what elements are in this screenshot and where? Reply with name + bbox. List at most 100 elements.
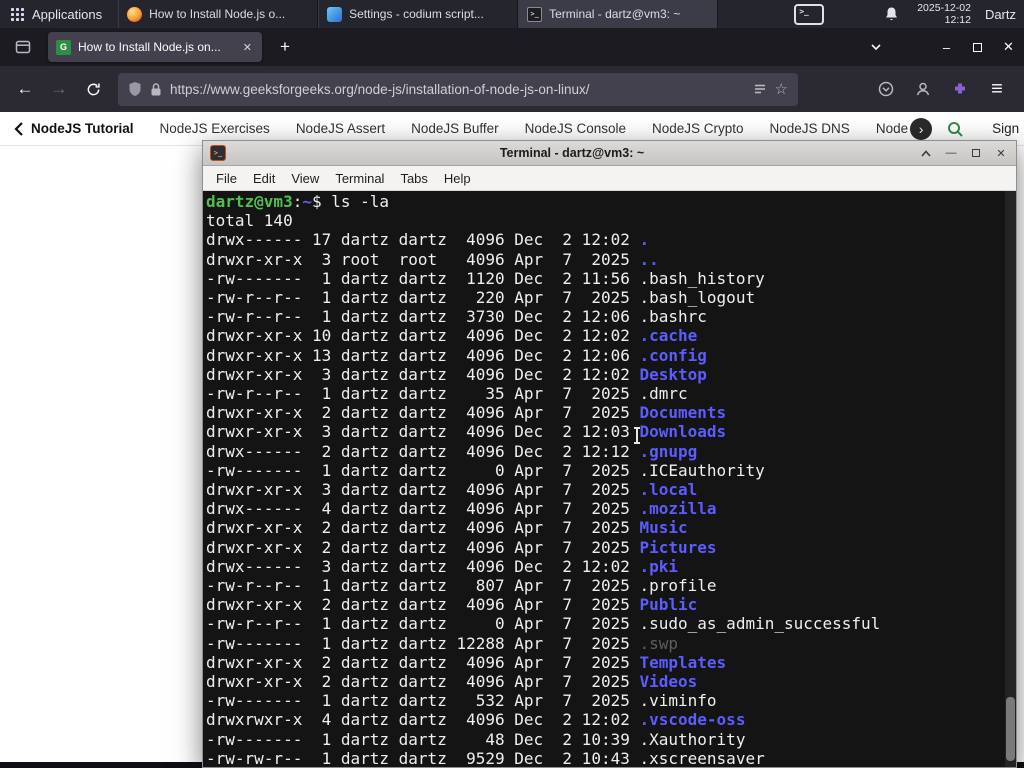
site-nav-item[interactable]: NodeJS Buffer [411,121,499,136]
pocket-icon[interactable] [869,72,903,106]
site-nav-item[interactable]: NodeJS DNS [770,121,850,136]
notification-bell-icon[interactable] [884,6,899,22]
terminal-line: drwxr-xr-x 3 dartz dartz 4096 Dec 2 12:0… [206,364,707,384]
file-name: Templates [639,652,727,672]
terminal-line: drwx------ 17 dartz dartz 4096 Dec 2 12:… [206,230,650,250]
maximize-button[interactable] [962,28,993,66]
site-nav-item[interactable]: NodeJS Crypto [652,121,744,136]
file-name: .pki [639,556,679,576]
sign-in-button[interactable]: Sign In [992,121,1024,136]
firefox-tab-bar: G How to Install Node.js on... ✕ + – ✕ [0,28,1024,66]
terminal-line: -rw-r--r-- 1 dartz dartz 3730 Dec 2 12:0… [206,307,707,327]
clock-time: 12:12 [944,14,971,26]
prompt-command: ls -la [331,192,390,211]
forward-button[interactable]: → [42,72,76,106]
toolbar-right-icons: ≡ [869,72,1014,106]
url-bar[interactable]: https://www.geeksforgeeks.org/node-js/in… [118,72,798,106]
terminal-line: drwxr-xr-x 2 dartz dartz 4096 Apr 7 2025… [206,672,698,692]
account-icon[interactable] [906,72,940,106]
file-name: .local [639,480,698,500]
terminal-line: -rw-r--r-- 1 dartz dartz 35 Apr 7 2025 .… [206,384,688,404]
search-icon [948,121,963,137]
site-nav-item[interactable]: Node [876,121,908,136]
tab-title: How to Install Node.js on... [78,40,221,54]
terminal-minimize-button[interactable]: — [943,145,959,162]
file-name: .vscode-oss [639,710,746,730]
terminal-titlebar[interactable]: >_ Terminal - dartz@vm3: ~ — ✕ [203,141,1016,166]
maximize-icon [973,42,982,52]
close-button[interactable]: ✕ [993,28,1024,66]
applications-menu-button[interactable]: Applications [0,0,114,28]
file-name: Music [639,518,688,538]
menu-help[interactable]: Help [436,171,479,186]
menu-view[interactable]: View [283,171,327,186]
file-name: Videos [639,672,698,692]
menu-terminal[interactable]: Terminal [327,171,392,186]
extension-icon[interactable] [943,72,977,106]
terminal-prompt-line: dartz@vm3:~$ ls -la [206,192,1014,211]
site-nav-back[interactable]: NodeJS Tutorial [14,121,134,136]
terminal-maximize-button[interactable] [968,145,984,162]
list-all-tabs-button[interactable] [863,34,889,60]
menu-tabs[interactable]: Tabs [392,171,435,186]
file-name: .cache [639,326,698,346]
browser-tab[interactable]: G How to Install Node.js on... ✕ [48,32,262,62]
clock[interactable]: 2025-12-02 12:12 [917,2,971,26]
menu-edit[interactable]: Edit [245,171,283,186]
terminal-body[interactable]: dartz@vm3:~$ ls -la total 140 drwx------… [203,191,1016,767]
desktop: Applications How to Install Node.js o...… [0,0,1024,768]
terminal-scrollbar[interactable] [1005,191,1016,767]
file-name: .bash_logout [639,288,756,308]
site-nav-item[interactable]: NodeJS Assert [296,121,385,136]
user-menu[interactable]: Dartz [985,7,1016,22]
firefox-view-button[interactable] [10,34,36,60]
task-button-terminal[interactable]: >_ Terminal - dartz@vm3: ~ [518,0,719,28]
reload-button[interactable] [76,72,110,106]
task-button-firefox[interactable]: How to Install Node.js o... [118,0,319,28]
new-tab-button[interactable]: + [272,34,298,60]
terminal-window: >_ Terminal - dartz@vm3: ~ — ✕ File Edit V… [202,140,1017,768]
terminal-line: drwxr-xr-x 3 dartz dartz 4096 Apr 7 2025… [206,480,698,500]
minimize-button[interactable]: – [931,28,962,66]
file-name: .Xauthority [639,729,746,749]
shade-button[interactable] [918,145,934,162]
window-task-list: How to Install Node.js o... Settings - co… [118,0,719,28]
site-search-button[interactable] [946,120,964,138]
lock-icon[interactable] [150,82,162,97]
reader-mode-icon[interactable] [753,82,767,96]
file-name: Desktop [639,364,707,384]
terminal-line: drwxr-xr-x 2 dartz dartz 4096 Apr 7 2025… [206,537,717,557]
tray-terminal-icon[interactable]: >_ [794,3,825,25]
file-name: Documents [639,403,727,423]
chevron-up-icon [921,149,931,157]
shield-icon[interactable] [128,81,142,97]
site-nav-item[interactable]: NodeJS Exercises [160,121,270,136]
file-name: .dmrc [639,384,688,404]
menu-hamburger-icon[interactable]: ≡ [980,72,1014,106]
url-text: https://www.geeksforgeeks.org/node-js/in… [170,81,590,97]
task-label: How to Install Node.js o... [149,7,286,21]
prompt-symbol: $ [311,192,332,211]
terminal-scrollbar-thumb[interactable] [1006,697,1015,761]
file-name: .sudo_as_admin_successful [639,614,881,634]
file-name: .ICEauthority [639,460,765,480]
menu-file[interactable]: File [208,171,245,186]
task-button-settings[interactable]: Settings - codium script... [318,0,519,28]
text-cursor-pointer [634,427,640,444]
terminal-line: drwxr-xr-x 2 dartz dartz 4096 Apr 7 2025… [206,403,727,423]
task-label: Terminal - dartz@vm3: ~ [549,7,681,21]
site-nav-item[interactable]: NodeJS Console [525,121,626,136]
task-label: Settings - codium script... [349,7,484,21]
terminal-title: Terminal - dartz@vm3: ~ [499,146,645,160]
terminal-line: drwxr-xr-x 10 dartz dartz 4096 Dec 2 12:… [206,326,698,346]
file-name: .bashrc [639,307,707,327]
site-nav-back-label: NodeJS Tutorial [31,121,134,136]
tab-close-icon[interactable]: ✕ [241,41,254,54]
bookmark-star-icon[interactable]: ☆ [775,80,788,98]
firefox-nav-toolbar: ← → https://www.geeksforgeeks.org/node-j… [0,66,1024,112]
terminal-line: drwxr-xr-x 2 dartz dartz 4096 Apr 7 2025… [206,518,688,538]
terminal-close-button[interactable]: ✕ [993,145,1009,162]
reload-icon [87,83,100,95]
site-nav-next-button[interactable]: › [910,117,933,140]
back-button[interactable]: ← [8,72,42,106]
